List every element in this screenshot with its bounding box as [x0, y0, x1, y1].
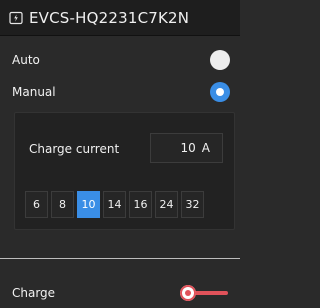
charge-label: Charge: [12, 286, 56, 300]
charge-current-value: 10: [180, 141, 196, 155]
ev-charger-icon: [8, 10, 23, 25]
toggle-knob[interactable]: [180, 285, 196, 301]
divider: [0, 258, 240, 259]
manual-mode-row[interactable]: Manual: [0, 77, 240, 107]
preset-button-selected[interactable]: 10: [77, 191, 100, 218]
charge-toggle[interactable]: [178, 284, 230, 302]
auto-mode-radio[interactable]: [210, 50, 230, 70]
auto-mode-row[interactable]: Auto: [0, 45, 240, 75]
manual-settings-panel: Charge current 10 A 6 8 10 14 16 24 32: [14, 112, 235, 230]
charge-current-unit: A: [201, 141, 210, 155]
current-presets: 6 8 10 14 16 24 32: [25, 191, 204, 218]
preset-button[interactable]: 6: [25, 191, 48, 218]
manual-mode-radio[interactable]: [210, 82, 230, 102]
preset-button[interactable]: 32: [181, 191, 204, 218]
charge-current-field[interactable]: 10 A: [150, 133, 223, 163]
title-bar: EVCS-HQ2231C7K2N: [0, 0, 240, 36]
radio-selected-dot: [216, 88, 224, 96]
charge-current-label: Charge current: [29, 142, 120, 156]
device-title: EVCS-HQ2231C7K2N: [29, 8, 190, 27]
auto-mode-label: Auto: [12, 53, 40, 67]
charge-row: Charge: [0, 278, 240, 308]
preset-button[interactable]: 14: [103, 191, 126, 218]
manual-mode-label: Manual: [12, 85, 56, 99]
preset-button[interactable]: 24: [155, 191, 178, 218]
preset-button[interactable]: 16: [129, 191, 152, 218]
preset-button[interactable]: 8: [51, 191, 74, 218]
toggle-knob-dot: [185, 290, 191, 296]
